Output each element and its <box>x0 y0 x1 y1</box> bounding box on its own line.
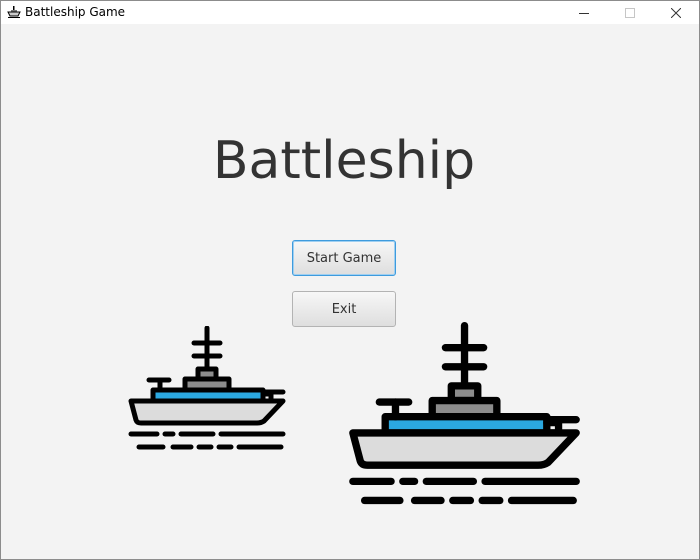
minimize-icon <box>579 12 589 14</box>
start-game-button[interactable]: Start Game <box>292 240 396 276</box>
page-title: Battleship <box>212 131 476 191</box>
large-battleship-icon <box>349 321 580 505</box>
maximize-icon <box>625 7 635 18</box>
close-icon <box>671 7 681 18</box>
main-content: Battleship Start Game Exit <box>1 24 699 559</box>
small-battleship-icon <box>128 326 286 450</box>
app-ship-icon <box>7 6 21 18</box>
close-button[interactable] <box>653 1 699 24</box>
app-window: Battleship Game Battleship Start Game Ex… <box>0 0 700 560</box>
title-bar[interactable]: Battleship Game <box>1 1 699 24</box>
maximize-button[interactable] <box>607 1 653 24</box>
window-title: Battleship Game <box>25 5 126 19</box>
minimize-button[interactable] <box>561 1 607 24</box>
